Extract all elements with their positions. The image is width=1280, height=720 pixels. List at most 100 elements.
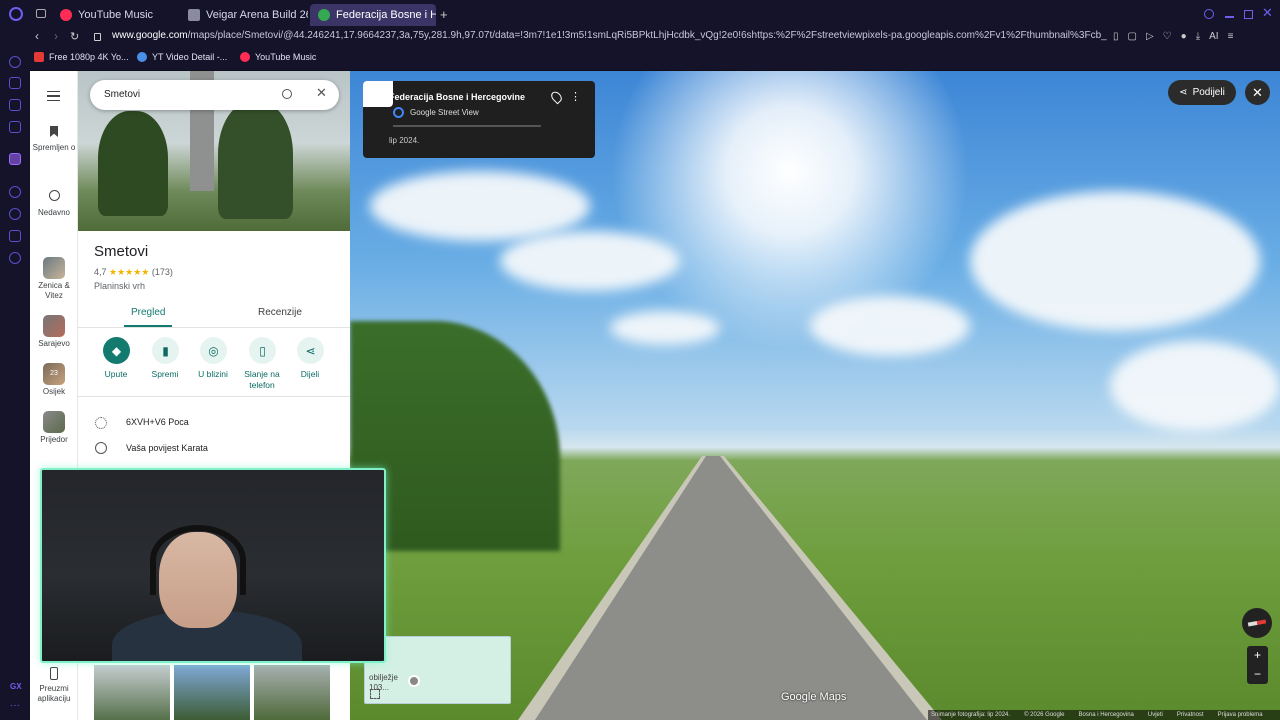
tab-pregled[interactable]: Pregled — [131, 307, 165, 318]
recent-place[interactable]: Zenica & Vitez — [30, 257, 78, 301]
forward-icon[interactable]: › — [54, 29, 58, 43]
minimize-icon[interactable] — [1225, 16, 1234, 18]
photo-thumbnail[interactable] — [254, 665, 330, 720]
extension-icons: ▯ ▢ ▷ ♡ ● ⤓ AI ≡ — [1113, 31, 1233, 42]
recent-icon — [48, 190, 60, 201]
pin-icon[interactable] — [549, 89, 564, 105]
tab-label: YouTube Music — [78, 9, 154, 21]
rail-saved[interactable]: Spremljen o — [30, 126, 78, 153]
reload-icon[interactable]: ↻ — [70, 30, 79, 43]
compass-icon[interactable] — [1242, 608, 1272, 638]
tab-overview-icon[interactable] — [36, 9, 46, 18]
search-icon[interactable] — [282, 89, 292, 99]
photo-thumbnail[interactable] — [174, 665, 250, 720]
maximize-icon[interactable] — [1244, 10, 1253, 19]
tree-shape — [218, 101, 293, 219]
street-view-footer: Snimanje fotografija: lip 2024. © 2026 G… — [928, 710, 1280, 720]
player-icon[interactable] — [9, 186, 21, 198]
url-path: /maps/place/Smetovi/@44.246241,17.966423… — [187, 30, 1107, 41]
url-field[interactable]: www.google.com/maps/place/Smetovi/@44.24… — [112, 30, 1107, 41]
minimap[interactable]: obilježje 103... — [364, 636, 511, 704]
webcam-overlay — [40, 468, 386, 663]
search-input[interactable]: Smetovi — [104, 89, 140, 100]
rail-label: Osijek — [42, 387, 66, 396]
snapshot-icon[interactable]: ▢ — [1128, 31, 1137, 42]
recent-place[interactable]: Prijedor — [30, 411, 78, 445]
tab-google-maps[interactable]: Federacija Bosne i Herceg — [310, 4, 436, 26]
street-view-info-card: Federacija Bosne i Hercegovine Google St… — [363, 81, 595, 158]
footer-link[interactable]: Privatnost — [1177, 712, 1204, 718]
photo-thumbnail[interactable] — [94, 665, 170, 720]
footer-item: © 2026 Google — [1024, 712, 1065, 718]
search-box[interactable]: Smetovi ✕ — [90, 80, 339, 110]
share-icon: ⋖ — [1179, 87, 1188, 98]
messenger-icon[interactable] — [9, 56, 21, 68]
plus-code[interactable]: 6XVH+V6 Poca — [126, 417, 189, 427]
history-icon[interactable] — [9, 208, 21, 220]
browser-tab-bar: YouTube Music Veigar Arena Build 26.05 F… — [0, 0, 1280, 28]
photo-strip — [94, 665, 350, 720]
street-view[interactable] — [350, 71, 1280, 720]
close-window-icon[interactable]: ✕ — [1262, 5, 1273, 21]
heart-icon[interactable]: ♡ — [1163, 31, 1172, 42]
recent-place[interactable]: Sarajevo — [30, 315, 78, 349]
footer-link[interactable]: Uvjeti — [1148, 712, 1163, 718]
action-label: Dijeli — [300, 369, 320, 379]
ai-button[interactable]: AI — [1209, 31, 1218, 42]
mail-icon[interactable] — [9, 121, 21, 133]
tab-label: Veigar Arena Build 26.05 — [206, 9, 308, 21]
rail-recent[interactable]: Nedavno — [30, 190, 78, 218]
bookmark-item[interactable]: YouTube Music — [240, 52, 316, 62]
chat-icon[interactable] — [9, 99, 21, 111]
share-button[interactable]: ⋖ Podijeli — [1168, 80, 1236, 105]
discord-icon[interactable] — [9, 77, 21, 89]
gx-icon[interactable]: GX — [10, 682, 22, 691]
place-title: Smetovi — [94, 243, 149, 260]
more-icon[interactable]: ··· — [10, 700, 20, 711]
profile-icon[interactable]: ● — [1181, 31, 1187, 42]
sv-date[interactable]: lip 2024. — [389, 136, 419, 145]
bookmark-icon — [50, 126, 58, 137]
rating-stars: ★★★★★ — [109, 267, 150, 277]
bookmark-item[interactable]: Free 1080p 4K Yo... — [34, 52, 129, 62]
bookmark-item[interactable]: YT Video Detail -... — [137, 52, 227, 62]
rating-row[interactable]: 4,7 ★★★★★ (173) — [94, 267, 173, 278]
close-street-view-button[interactable]: ✕ — [1245, 80, 1270, 105]
maps-pin-icon — [318, 9, 330, 21]
clear-search-icon[interactable]: ✕ — [316, 85, 327, 101]
download-app[interactable]: Preuzmi aplikaciju — [30, 667, 78, 704]
tab-recenzije[interactable]: Recenzije — [258, 307, 302, 318]
zoom-in-button[interactable]: + — [1247, 646, 1268, 665]
recent-place[interactable]: 23 Osijek — [30, 363, 78, 397]
location-marker-icon — [408, 675, 420, 687]
footer-item: Snimanje fotografija: lip 2024. — [931, 712, 1011, 718]
play-icon[interactable]: ▷ — [1146, 31, 1154, 42]
directions-button[interactable]: ◆ — [103, 337, 130, 364]
menu-icon[interactable]: ≡ — [1228, 31, 1234, 42]
more-options-icon[interactable]: ⋮ — [570, 90, 581, 103]
footer-link[interactable]: Prijava problema — [1218, 712, 1263, 718]
bookmark-page-icon[interactable]: ▯ — [1113, 31, 1119, 42]
twitch-icon[interactable] — [9, 153, 21, 165]
headset-shape — [150, 525, 246, 595]
tab-veigar-build[interactable]: Veigar Arena Build 26.05 — [180, 4, 308, 26]
share-place-button[interactable]: ⋖ — [297, 337, 324, 364]
back-icon[interactable]: ‹ — [35, 29, 39, 43]
settings-icon[interactable] — [9, 252, 21, 264]
send-to-phone-button[interactable]: ▯ — [249, 337, 276, 364]
opera-logo-icon[interactable] — [9, 7, 23, 21]
save-button[interactable]: ▮ — [152, 337, 179, 364]
expand-map-icon[interactable] — [370, 689, 380, 699]
search-tabs-icon[interactable] — [1204, 9, 1214, 19]
maps-history[interactable]: Vaša povijest Karata — [126, 443, 208, 453]
bookmark-favicon-icon — [240, 52, 250, 62]
extensions-icon[interactable] — [9, 230, 21, 242]
road-shape — [518, 456, 942, 720]
tab-label: Federacija Bosne i Herceg — [336, 9, 436, 21]
zoom-out-button[interactable]: − — [1247, 665, 1268, 684]
download-icon[interactable]: ⤓ — [1196, 31, 1200, 42]
hamburger-menu-icon[interactable] — [47, 91, 60, 101]
new-tab-button[interactable]: + — [440, 7, 448, 22]
nearby-button[interactable]: ◎ — [200, 337, 227, 364]
tab-youtube-music[interactable]: YouTube Music — [52, 4, 180, 26]
